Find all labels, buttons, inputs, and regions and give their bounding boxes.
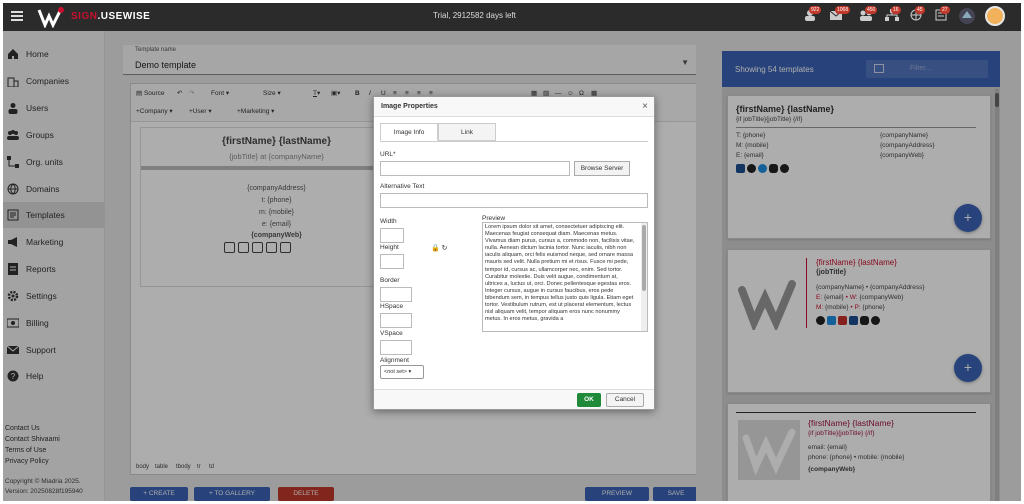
org-units-badge: 16: [891, 6, 901, 14]
vspace-label: VSpace: [380, 330, 403, 337]
reset-icon[interactable]: ↻: [442, 245, 448, 252]
templates-icon[interactable]: 27: [934, 6, 950, 21]
alt-text-input[interactable]: [380, 193, 648, 208]
url-input[interactable]: [380, 161, 570, 176]
hspace-input[interactable]: [380, 313, 412, 328]
users-icon[interactable]: 922: [803, 6, 822, 21]
preview-text: Lorem ipsum dolor sit amet, consectetuer…: [485, 224, 635, 323]
company-logo-icon[interactable]: [958, 7, 976, 25]
users-badge: 922: [809, 6, 822, 14]
cancel-button[interactable]: Cancel: [606, 393, 644, 407]
menu-icon[interactable]: [11, 9, 23, 23]
height-label: Height: [380, 244, 399, 251]
vspace-input[interactable]: [380, 340, 412, 355]
groups-icon[interactable]: 450: [859, 6, 878, 21]
alt-text-label: Alternative Text: [380, 183, 425, 190]
mail-badge: 1068: [835, 6, 851, 14]
alignment-label: Alignment: [380, 357, 409, 364]
border-input[interactable]: [380, 287, 412, 302]
close-icon[interactable]: ×: [642, 101, 648, 112]
lock-icon[interactable]: 🔒: [431, 245, 440, 252]
ok-button[interactable]: OK: [577, 393, 601, 407]
mail-icon[interactable]: 1068: [829, 6, 851, 21]
domains-badge: 45: [915, 6, 925, 14]
hspace-label: HSpace: [380, 303, 404, 310]
width-input[interactable]: [380, 228, 404, 243]
avatar[interactable]: [985, 6, 1005, 26]
image-preview[interactable]: Lorem ipsum dolor sit amet, consectetuer…: [482, 222, 648, 332]
app-window: SIGN.USEWISE Trial, 2912582 days left 92…: [3, 3, 1021, 501]
globe-icon[interactable]: 45: [909, 6, 925, 21]
dialog-header: Image Properties ×: [374, 97, 654, 117]
org-units-icon[interactable]: 16: [885, 6, 901, 21]
brand-name: SIGN.USEWISE: [71, 11, 151, 22]
url-label: URL*: [380, 151, 396, 158]
browse-server-button[interactable]: Browse Server: [574, 161, 630, 176]
trial-status: Trial, 2912582 days left: [433, 11, 516, 20]
border-label: Border: [380, 277, 400, 284]
alignment-select[interactable]: <not set> ▾: [380, 365, 424, 379]
preview-label: Preview: [482, 215, 506, 222]
groups-badge: 450: [865, 6, 878, 14]
height-input[interactable]: [380, 254, 404, 269]
dialog-title: Image Properties: [381, 103, 438, 110]
width-label: Width: [380, 218, 397, 225]
image-properties-dialog: Image Properties × Image Info Link URL* …: [373, 96, 655, 410]
preview-scrollbar[interactable]: [641, 223, 647, 331]
templates-badge: 27: [940, 6, 950, 14]
dialog-footer: OK Cancel: [374, 389, 654, 409]
logo-icon: [37, 7, 64, 28]
tab-link[interactable]: Link: [438, 123, 496, 141]
top-bar: SIGN.USEWISE Trial, 2912582 days left 92…: [3, 3, 1021, 31]
tab-image-info[interactable]: Image Info: [380, 123, 438, 141]
